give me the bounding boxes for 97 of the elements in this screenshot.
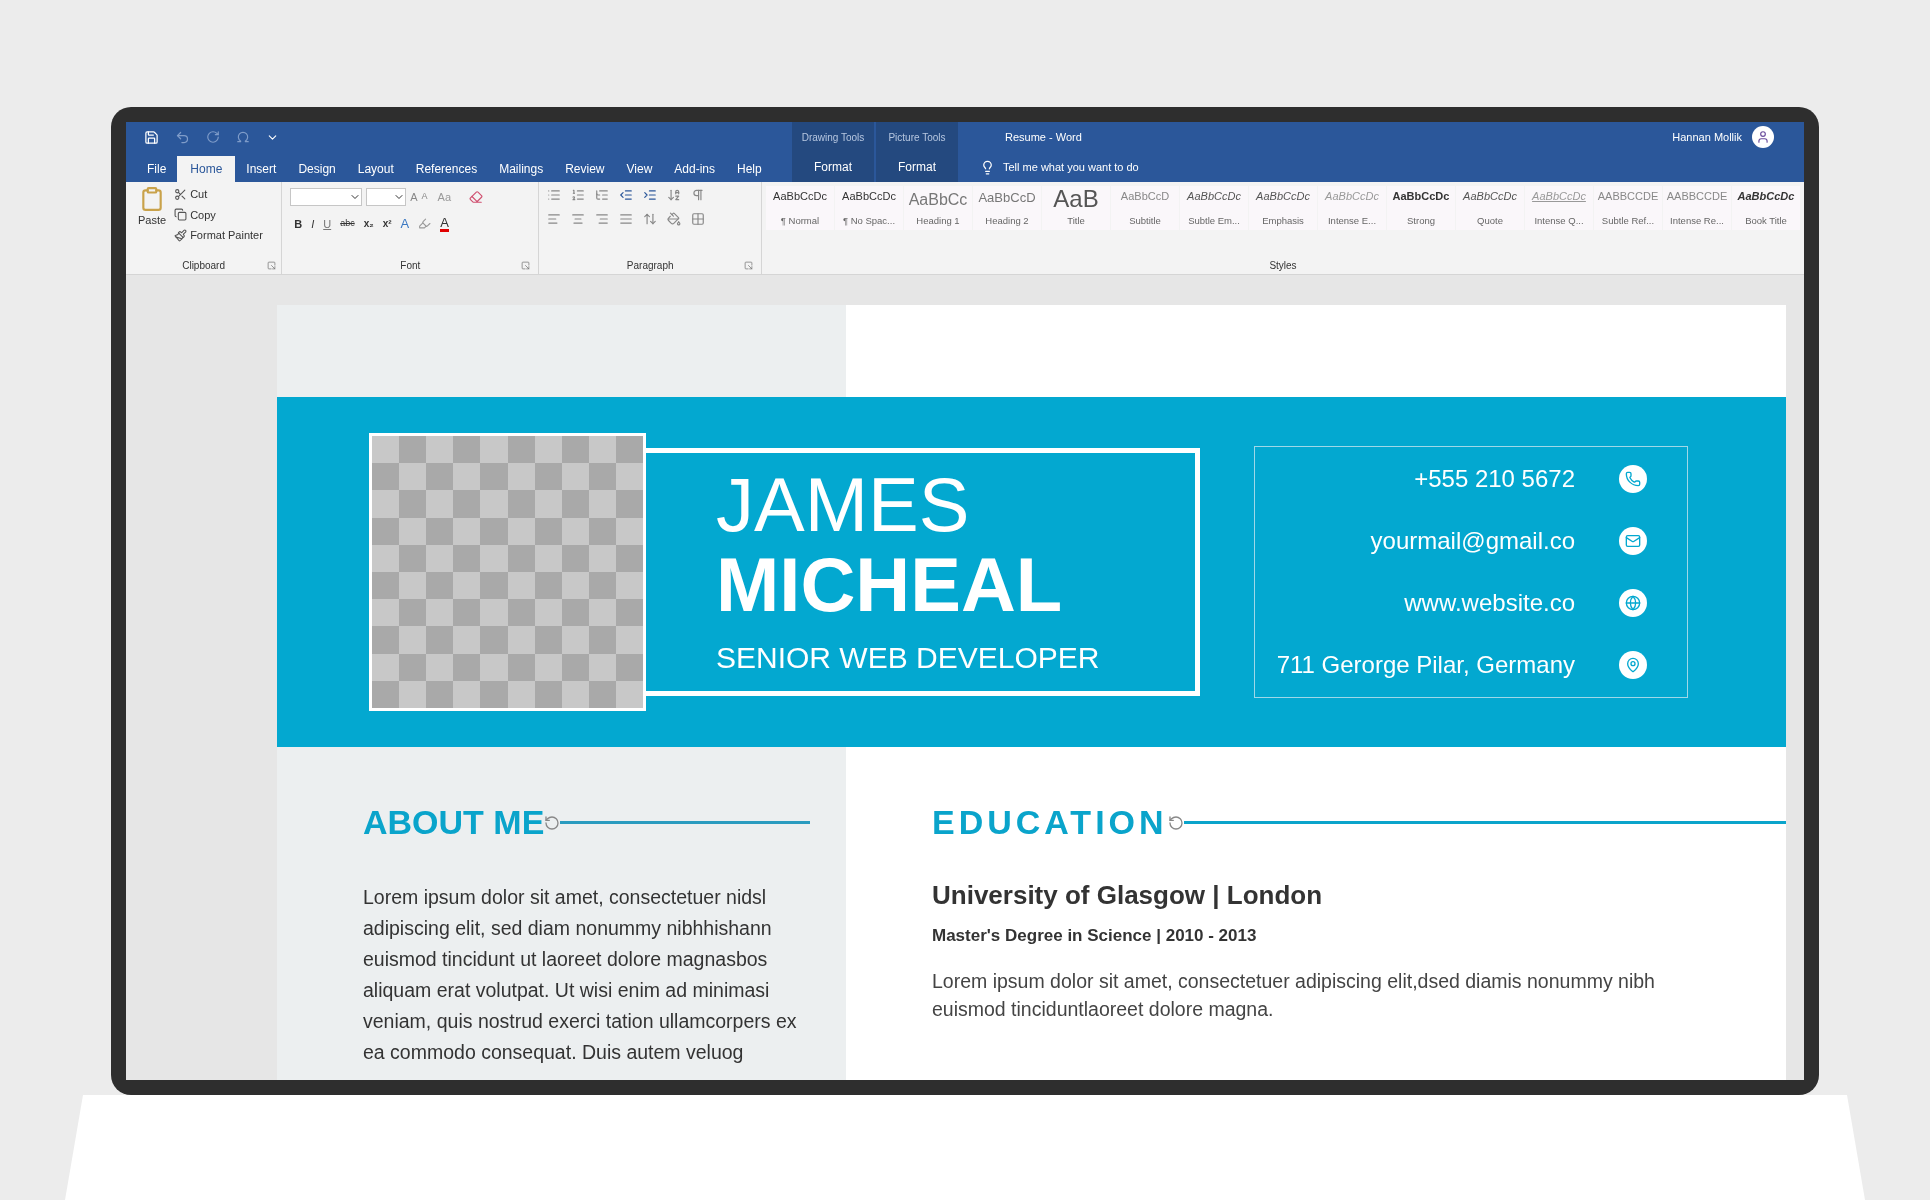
format-button[interactable]: U <box>323 215 332 232</box>
multilevel-list-icon[interactable] <box>595 188 610 202</box>
style-gallery-item[interactable]: AABBCCDE Intense Re... <box>1663 186 1731 230</box>
style-gallery-item[interactable]: AaB Title <box>1042 186 1110 230</box>
paintbrush-icon <box>174 228 188 242</box>
redo-icon[interactable] <box>206 130 220 144</box>
style-gallery-item[interactable]: AaBbCcDc Emphasis <box>1249 186 1317 230</box>
tell-me-field[interactable]: Tell me what you want to do <box>1003 158 1139 176</box>
contextual-group-label: Picture Tools <box>876 122 958 152</box>
rotate-handle-icon[interactable] <box>1167 814 1184 831</box>
group-label: Font <box>400 258 421 273</box>
location-icon <box>1619 651 1647 679</box>
clear-format-icon[interactable] <box>469 190 483 204</box>
ribbon-tab[interactable]: Format <box>792 152 874 182</box>
group-label: Styles <box>1269 258 1297 273</box>
email-icon <box>1619 527 1647 555</box>
format-button[interactable]: B <box>294 215 303 232</box>
ribbon-tab[interactable]: Home <box>177 156 236 182</box>
degree-text: Master's Degree in Science | 2010 - 2013 <box>932 925 1258 947</box>
group-label: Paragraph <box>626 258 674 273</box>
about-paragraph: Lorem ipsum dolor sit amet, consectetuer nidsl adipiscing elit, sed diam nonummy nibhhishann euismod tincidunt ut laoreet dolore magnasbos aliquam erat volutpat. Ut wisi enim ad minimasi veniam, quis nostrud exerci tation ullamcorpers ex ea commodo consequat. Duis autem veluog <box>363 885 798 1065</box>
ribbon-tab[interactable]: Design <box>287 156 347 182</box>
increase-indent-icon[interactable] <box>643 188 658 202</box>
align-center-icon[interactable] <box>571 212 586 226</box>
style-gallery-item[interactable]: AaBbCcDc Book Title <box>1732 186 1800 230</box>
last-name: MICHEAL <box>716 544 1064 625</box>
text-effects-icon[interactable]: A <box>400 214 410 234</box>
contact-text: +555 210 5672 <box>1414 464 1575 494</box>
format-button[interactable]: I <box>311 215 315 232</box>
font-size-field[interactable] <box>366 188 407 206</box>
section-heading: ABOUT ME <box>363 802 545 843</box>
ribbon-tab[interactable]: Mailings <box>488 156 555 182</box>
education-paragraph: Lorem ipsum dolor sit amet, consectetuer adipiscing elit,dsed diamis nonummy nibh euismod tinciduntlaoreet dolore magna. <box>932 968 1656 1022</box>
sort-icon[interactable] <box>667 188 682 202</box>
phone-icon <box>1619 465 1647 493</box>
school-name: University of Glasgow | London <box>932 879 1324 912</box>
ribbon-tab[interactable]: Review <box>554 156 616 182</box>
contact-text: www.website.co <box>1404 588 1575 618</box>
scissors-icon <box>174 187 188 201</box>
contact-text: 711 Gerorge Pilar, Germany <box>1276 650 1575 680</box>
clipboard-button[interactable]: Cut <box>174 186 263 203</box>
launcher-icon[interactable] <box>521 260 531 270</box>
undo-icon[interactable] <box>175 129 190 145</box>
decrease-indent-icon[interactable] <box>619 188 634 202</box>
contextual-group-label: Drawing Tools <box>792 122 874 152</box>
job-title: SENIOR WEB DEVELOPER <box>716 639 1101 676</box>
align-right-icon[interactable] <box>595 212 610 226</box>
style-gallery-item[interactable]: AaBbCcDc Quote <box>1456 186 1524 230</box>
web-icon <box>1619 589 1647 617</box>
ribbon-tab[interactable]: Insert <box>235 156 288 182</box>
ribbon-tab[interactable]: Layout <box>346 156 405 182</box>
format-button[interactable]: x₂ <box>363 216 374 232</box>
account-name: Hannan Mollik <box>1672 129 1742 145</box>
align-left-icon[interactable] <box>547 212 562 226</box>
first-name: JAMES <box>716 464 971 545</box>
shading-icon[interactable] <box>667 212 682 226</box>
paste-button[interactable]: Paste <box>138 186 167 256</box>
contact-text: yourmail@gmail.co <box>1370 526 1575 556</box>
style-gallery-item[interactable]: AaBbCcDc Strong <box>1387 186 1455 230</box>
ribbon-tab[interactable]: Format <box>876 152 958 182</box>
launcher-icon[interactable] <box>744 260 753 270</box>
justify-icon[interactable] <box>619 212 634 226</box>
lightbulb-icon <box>980 159 995 175</box>
style-gallery-item[interactable]: AaBbCcDc Intense Q... <box>1525 186 1593 230</box>
show-marks-icon[interactable] <box>691 188 706 202</box>
ribbon-tab[interactable]: Help <box>726 156 773 182</box>
style-gallery-item[interactable]: AaBbCcDc Subtle Em... <box>1180 186 1248 230</box>
borders-icon[interactable] <box>691 212 706 226</box>
clipboard-button[interactable]: Copy <box>174 206 263 223</box>
style-gallery-item[interactable]: AaBbCcD Heading 2 <box>973 186 1041 230</box>
numbering-icon[interactable] <box>571 188 586 202</box>
group-label: Clipboard <box>182 258 225 273</box>
ribbon-tab[interactable]: References <box>404 156 489 182</box>
style-gallery-item[interactable]: AaBbCcDc Intense E... <box>1318 186 1386 230</box>
rotate-handle-icon[interactable] <box>544 814 561 831</box>
section-heading: EDUCATION <box>932 802 1168 843</box>
style-gallery-item[interactable]: AaBbCcDc ¶ No Spac... <box>835 186 903 230</box>
style-gallery-item[interactable]: AaBbCcDc ¶ Normal <box>766 186 834 230</box>
window-title: Resume - Word <box>1005 129 1082 145</box>
highlighter-icon[interactable] <box>418 217 432 231</box>
font-name-field[interactable] <box>290 188 363 206</box>
save-icon[interactable] <box>144 129 159 145</box>
avatar[interactable] <box>1752 126 1774 148</box>
style-gallery-item[interactable]: AaBbCcD Subtitle <box>1111 186 1179 230</box>
line-spacing-icon[interactable] <box>643 212 658 226</box>
ribbon-tab[interactable]: View <box>615 156 664 182</box>
symbol-icon[interactable] <box>236 130 250 144</box>
clipboard-button[interactable]: Format Painter <box>174 227 263 244</box>
ribbon-tab[interactable]: File <box>136 156 178 182</box>
style-gallery-item[interactable]: AaBbCc Heading 1 <box>904 186 972 230</box>
format-button[interactable]: abc <box>340 217 355 231</box>
bullets-icon[interactable] <box>547 188 562 202</box>
ribbon-tab[interactable]: Add-ins <box>663 156 726 182</box>
format-button[interactable]: x² <box>382 216 392 232</box>
launcher-icon[interactable] <box>267 260 277 270</box>
style-gallery-item[interactable]: AABBCCDE Subtle Ref... <box>1594 186 1662 230</box>
copy-icon <box>174 208 188 222</box>
